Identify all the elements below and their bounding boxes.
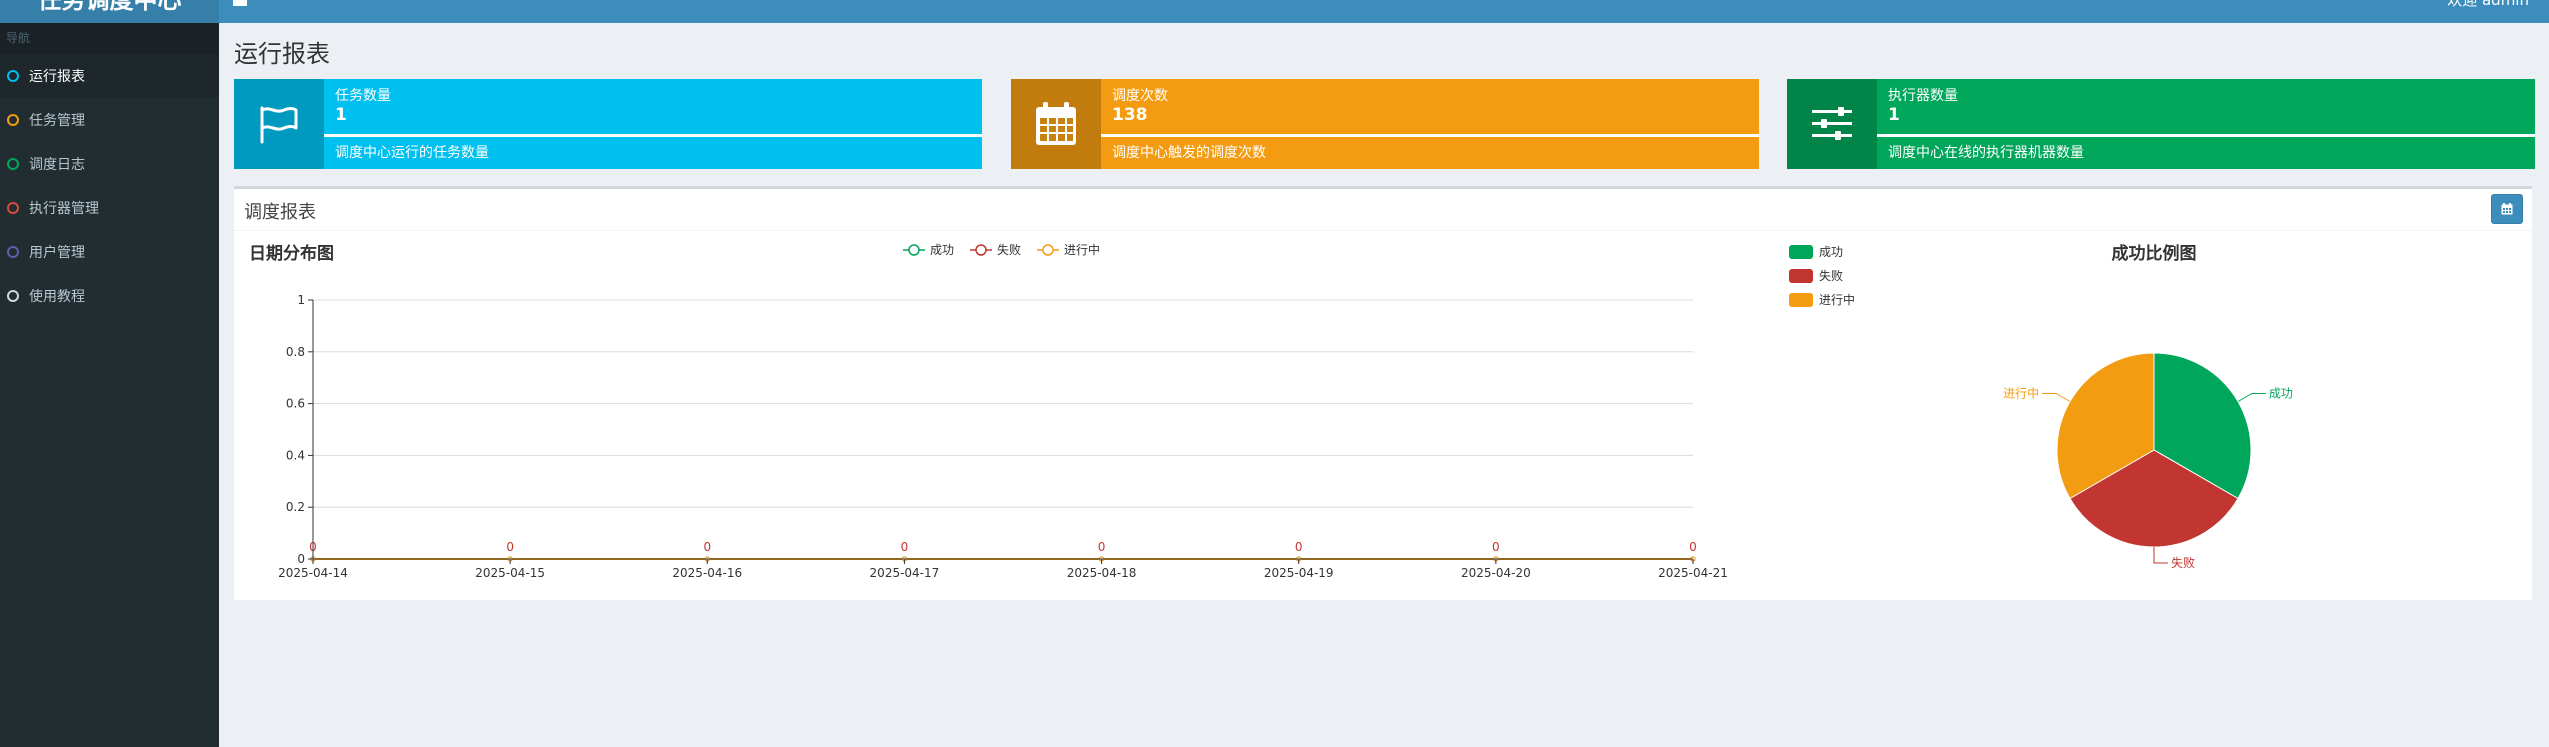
info-value: 138 (1112, 105, 1148, 125)
flag-icon (234, 79, 324, 169)
sidebar-item-label: 调度日志 (29, 157, 85, 173)
sidebar-item-label: 运行报表 (29, 69, 85, 85)
circle-icon (7, 158, 19, 170)
info-label: 执行器数量 (1888, 88, 1958, 104)
report-panel: 调度报表 (234, 186, 2532, 600)
menu-toggle-icon[interactable] (233, 0, 247, 6)
user-welcome[interactable]: 欢迎 admin (2447, 0, 2529, 8)
circle-icon (7, 246, 19, 258)
sidebar-item-label: 用户管理 (29, 245, 85, 261)
info-box-task-count: 任务数量 1 调度中心运行的任务数量 (234, 79, 982, 169)
calendar-icon (2501, 203, 2513, 215)
info-label: 任务数量 (335, 88, 391, 104)
circle-icon (7, 290, 19, 302)
info-box-executor-count: 执行器数量 1 调度中心在线的执行器机器数量 (1787, 79, 2535, 169)
sidebar-item-label: 执行器管理 (29, 201, 99, 217)
progress-bar (324, 134, 982, 137)
info-description: 调度中心在线的执行器机器数量 (1888, 145, 2084, 161)
sidebar-item[interactable]: 用户管理 (0, 230, 219, 274)
sidebar-item[interactable]: 调度日志 (0, 142, 219, 186)
circle-icon (7, 202, 19, 214)
sidebar-menu: 运行报表任务管理调度日志执行器管理用户管理使用教程 (0, 54, 219, 318)
panel-title: 调度报表 (244, 202, 316, 223)
info-label: 调度次数 (1112, 88, 1168, 104)
info-value: 1 (1888, 105, 1900, 125)
info-value: 1 (335, 105, 347, 125)
page-title: 运行报表 (234, 40, 330, 68)
progress-bar (1877, 134, 2535, 137)
sidebar-item-label: 使用教程 (29, 289, 85, 305)
sliders-icon (1787, 79, 1877, 169)
sidebar-item[interactable]: 运行报表 (0, 54, 219, 98)
sidebar-item[interactable]: 任务管理 (0, 98, 219, 142)
logo[interactable]: 任务调度中心 (0, 0, 219, 23)
sidebar-item[interactable]: 执行器管理 (0, 186, 219, 230)
info-description: 调度中心触发的调度次数 (1112, 145, 1266, 161)
sidebar-header: 导航 (0, 23, 219, 54)
info-description: 调度中心运行的任务数量 (335, 145, 489, 161)
progress-bar (1101, 134, 1759, 137)
circle-icon (7, 70, 19, 82)
logo-text[interactable]: 任务调度中心 (0, 0, 219, 16)
sidebar-item-label: 任务管理 (29, 113, 85, 129)
calendar-icon (1011, 79, 1101, 169)
circle-icon (7, 114, 19, 126)
top-navbar: 任务调度中心 欢迎 admin (0, 0, 2549, 23)
info-box-dispatch-count: 调度次数 138 调度中心触发的调度次数 (1011, 79, 1759, 169)
panel-divider (234, 230, 2532, 231)
date-filter-button[interactable] (2491, 194, 2523, 224)
sidebar: 导航 运行报表任务管理调度日志执行器管理用户管理使用教程 (0, 23, 219, 747)
sidebar-item[interactable]: 使用教程 (0, 274, 219, 318)
